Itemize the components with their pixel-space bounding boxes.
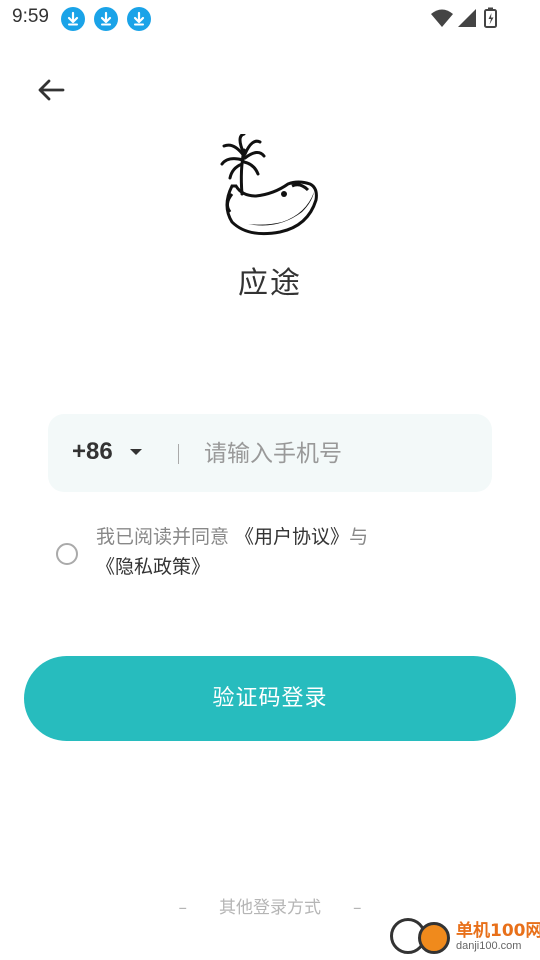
sms-login-button[interactable]: 验证码登录	[24, 656, 516, 741]
download-icon	[94, 7, 118, 31]
country-code-selector[interactable]: +86	[72, 438, 113, 466]
agreement-prefix: 我已阅读并同意	[96, 526, 236, 548]
other-login-dash-right: –	[353, 898, 362, 918]
app-logo	[218, 132, 322, 238]
download-icon	[61, 7, 85, 31]
watermark: 单机100网 danji100.com	[390, 914, 540, 960]
status-bar: 9:59	[0, 0, 540, 36]
status-time: 9:59	[12, 6, 49, 27]
agreement-connector: 与	[349, 526, 369, 548]
status-icons	[430, 6, 500, 34]
agreement-checkbox[interactable]	[56, 543, 78, 565]
watermark-name: 单机100网	[456, 921, 540, 941]
watermark-logo-icon	[418, 922, 450, 954]
download-icon	[127, 7, 151, 31]
app-name: 应途	[238, 266, 302, 301]
agreement-text: 我已阅读并同意 《用户协议》与《隐私政策》	[96, 522, 416, 582]
phone-input-box: +86	[48, 414, 492, 492]
whale-icon	[220, 132, 318, 236]
privacy-policy-link[interactable]: 《隐私政策》	[96, 556, 210, 578]
phone-number-input[interactable]	[202, 433, 476, 475]
input-divider	[178, 444, 179, 464]
back-button[interactable]	[30, 70, 74, 110]
caret-down-icon[interactable]	[130, 449, 142, 455]
signal-icon	[458, 9, 476, 27]
other-login-dash-left: –	[178, 898, 188, 918]
battery-charging-icon	[484, 7, 497, 28]
wifi-icon	[431, 9, 453, 27]
arrow-left-icon	[38, 79, 65, 101]
other-login-label[interactable]: 其他登录方式	[219, 898, 321, 918]
watermark-url: danji100.com	[456, 940, 522, 952]
user-agreement-link[interactable]: 《用户协议》	[235, 526, 349, 548]
